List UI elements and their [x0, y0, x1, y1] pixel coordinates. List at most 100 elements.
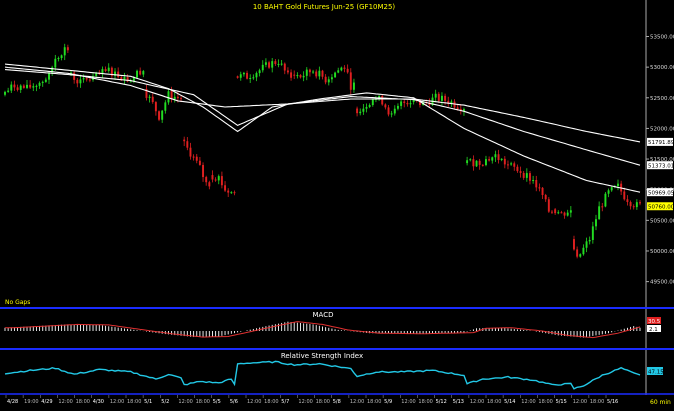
candle-body	[198, 160, 201, 165]
candle-body	[513, 163, 516, 167]
candle-body	[299, 75, 302, 78]
candle-body	[252, 77, 255, 79]
candle-body	[214, 179, 217, 181]
candle-body	[491, 157, 494, 161]
price-axis: 49500.0050000.0050500.0051000.0051500.00…	[645, 0, 674, 407]
candle-body	[604, 193, 607, 207]
time-tick-label: 19:00	[24, 399, 38, 405]
candle-body	[488, 159, 491, 161]
candle-body	[554, 209, 557, 214]
candle-body	[588, 239, 591, 242]
candle-body	[176, 96, 179, 99]
candle-body	[258, 70, 261, 74]
time-tick-label: 5/2	[161, 399, 169, 405]
candle-body	[88, 79, 91, 81]
price-tick-label: 50500.00	[650, 218, 674, 224]
candle-body	[321, 70, 324, 77]
time-tick-label: 5/15	[556, 399, 567, 405]
candle-body	[104, 69, 107, 71]
candle-body	[560, 212, 563, 214]
candle-body	[566, 212, 569, 216]
candle-body	[544, 195, 547, 200]
candle-body	[598, 206, 601, 220]
candle-body	[186, 141, 189, 148]
candle-body	[340, 67, 343, 71]
candle-body	[57, 58, 60, 60]
candle-body	[255, 73, 258, 78]
time-tick-label: 18:00	[367, 399, 381, 405]
time-tick-label: 18:00	[590, 399, 604, 405]
time-tick-label: 12:00	[401, 399, 415, 405]
candle-body	[158, 111, 161, 120]
candle-body	[13, 84, 16, 88]
candle-body	[466, 160, 469, 164]
candle-body	[16, 87, 19, 90]
candle-body	[362, 108, 365, 112]
candle-body	[305, 69, 308, 76]
candle-body	[538, 187, 541, 189]
candle-body	[639, 202, 641, 204]
candle-body	[73, 72, 76, 80]
candle-body	[337, 70, 340, 73]
candle-body	[249, 78, 252, 80]
candle-body	[525, 173, 528, 178]
time-tick-label: 4/29	[41, 399, 52, 405]
time-tick-label: 18:00	[76, 399, 90, 405]
candle-body	[283, 63, 286, 71]
candle-body	[393, 108, 396, 114]
price-tag-label: 51373.01	[648, 163, 674, 169]
time-tick-label: 12:00	[350, 399, 364, 405]
candle-body	[139, 70, 142, 75]
time-tick-label: 12:00	[110, 399, 124, 405]
candle-body	[79, 79, 82, 84]
time-tick-label: 5/13	[453, 399, 464, 405]
candle-body	[82, 78, 85, 80]
candle-body	[183, 139, 186, 142]
candle-body	[551, 211, 553, 213]
chart-svg: 10 BAHT Gold Futures Jun-25 (GF10M25) No…	[0, 0, 674, 407]
price-tag-label: 51791.89	[648, 140, 674, 146]
candle-body	[164, 102, 167, 111]
candle-body	[522, 172, 525, 178]
rsi-tag: 47.15	[648, 370, 664, 376]
candle-body	[582, 247, 585, 255]
candle-body	[365, 106, 368, 109]
candle-body	[368, 105, 371, 107]
chart-root: 10 BAHT Gold Futures Jun-25 (GF10M25) No…	[0, 0, 674, 407]
candle-body	[167, 91, 170, 103]
candle-body	[239, 74, 242, 78]
price-tick-label: 53000.00	[650, 65, 674, 71]
candle-body	[41, 81, 44, 83]
candle-body	[148, 96, 151, 98]
candle-body	[576, 249, 579, 257]
candle-body	[330, 77, 333, 80]
candle-body	[610, 187, 613, 191]
candle-body	[635, 202, 638, 208]
time-tick-label: 12:00	[573, 399, 587, 405]
candle-body	[475, 160, 478, 167]
candle-body	[532, 180, 535, 182]
candle-body	[563, 212, 566, 216]
time-tick-label: 5/8	[333, 399, 341, 405]
candle-body	[173, 96, 176, 100]
candle-body	[308, 69, 311, 73]
candle-body	[510, 163, 513, 165]
price-tag-label: 50969.05	[648, 190, 674, 196]
candle-body	[44, 79, 47, 82]
candle-body	[324, 76, 327, 83]
candle-body	[456, 107, 459, 109]
candle-body	[343, 67, 346, 69]
price-tick-label: 52500.00	[650, 96, 674, 102]
candle-body	[264, 62, 267, 65]
candle-body	[54, 58, 57, 68]
candle-body	[626, 199, 629, 203]
candle-body	[180, 98, 183, 100]
time-tick-label: 4/28	[7, 399, 18, 405]
candle-body	[208, 182, 211, 187]
candle-body	[286, 70, 289, 73]
candle-body	[595, 219, 597, 227]
candle-body	[409, 103, 412, 105]
time-tick-label: 5/5	[213, 399, 221, 405]
candle-body	[192, 156, 195, 158]
candle-body	[63, 47, 66, 56]
